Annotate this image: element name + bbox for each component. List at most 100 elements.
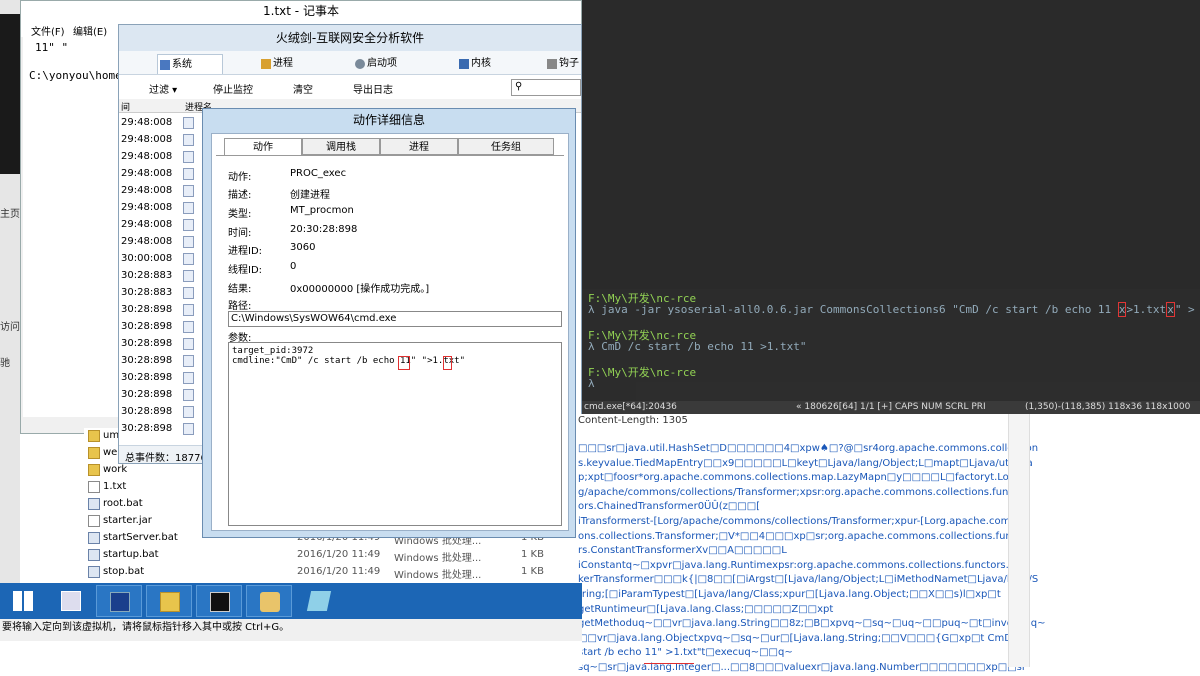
- process-file-icon: [183, 389, 194, 401]
- notepad-line-1: 11" ": [35, 41, 69, 54]
- dialog-tab-process[interactable]: 进程: [380, 138, 458, 155]
- tab-process-label: 进程: [273, 58, 293, 69]
- batch-file-icon: [88, 498, 100, 510]
- tab-hook[interactable]: 钩子: [545, 54, 581, 74]
- huorong-toolbar: 过滤 ▾ 停止监控 清空 导出日志 ⚲: [119, 75, 581, 99]
- tab-process[interactable]: 进程: [259, 54, 319, 74]
- folder-icon: [160, 592, 180, 612]
- dialog-content: 动作 调用栈 进程 任务组 动作: PROC_exec 描述: 创建进程 类型:…: [211, 133, 569, 531]
- file-name: starter.jar: [103, 515, 152, 526]
- tab-system[interactable]: 系统: [157, 54, 223, 74]
- response-line: kerTransformer□□□k{|□8□□[□iArgst□[Ljava/…: [578, 574, 1039, 586]
- content-length: Content-Length: 1305: [578, 415, 688, 426]
- process-icon: [261, 59, 271, 69]
- term-status-mid: « 180626[64] 1/1 [+] CAPS NUM SCRL PRI: [796, 402, 986, 412]
- process-file-icon: [183, 270, 194, 282]
- dialog-tab-action[interactable]: 动作: [224, 138, 302, 156]
- term-command-3: λ: [588, 377, 595, 390]
- startup-icon: [355, 59, 365, 69]
- notepad-title: 1.txt - 记事本: [21, 1, 581, 21]
- response-divider: [1008, 414, 1030, 667]
- notepad-icon: [306, 591, 332, 611]
- dialog-tab-callstack[interactable]: 调用栈: [302, 138, 380, 155]
- term-command-2: λ CmD /c start /b echo 11 >1.txt": [588, 340, 807, 353]
- process-file-icon: [183, 202, 194, 214]
- file-type: Windows 批处理...: [394, 553, 482, 564]
- search-input[interactable]: ⚲: [511, 79, 581, 96]
- args-line-1: target_pid:3972: [232, 346, 314, 356]
- tab-startup[interactable]: 启动项: [353, 54, 423, 74]
- response-line: iTransformerst-[Lorg/apache/commons/coll…: [578, 516, 1021, 527]
- menu-file[interactable]: 文件(F): [31, 23, 65, 38]
- tab-kernel[interactable]: 内核: [457, 54, 517, 74]
- process-file-icon: [183, 236, 194, 248]
- tab-startup-label: 启动项: [367, 58, 397, 69]
- process-file-icon: [183, 168, 194, 180]
- taskbar-notepad[interactable]: [296, 585, 342, 617]
- stop-monitor-button[interactable]: 停止监控: [213, 81, 253, 96]
- taskbar-cmd[interactable]: [196, 585, 242, 617]
- field-tid-key: 线程ID:: [228, 265, 263, 276]
- tab-hook-label: 钩子: [559, 58, 579, 69]
- field-desc-value: 创建进程: [290, 190, 330, 201]
- taskbar-powershell[interactable]: [96, 585, 142, 617]
- response-line: □□vr□java.lang.Objectxpvq~□sq~□ur□[Ljava…: [578, 632, 1024, 644]
- term-cmd1-x2: x: [1166, 302, 1175, 317]
- left-dark-panel: [0, 14, 20, 174]
- args-field[interactable]: target_pid:3972 cmdline:"CmD" /c start /b…: [228, 342, 562, 526]
- field-pid-value: 3060: [290, 242, 316, 253]
- taskbar: [0, 583, 582, 619]
- term-cmd1-mid: >1.txt: [1126, 303, 1167, 316]
- file-row[interactable]: startup.bat 2016/1/20 11:49 Windows 批处理...…: [84, 547, 582, 564]
- response-line: s.keyvalue.TiedMapEntry□□x9□□□□□L□keyt□L…: [578, 457, 1033, 469]
- filter-button[interactable]: 过滤 ▾: [149, 81, 177, 96]
- file-icon: [88, 481, 100, 493]
- menu-edit[interactable]: 编辑(E): [73, 23, 107, 38]
- vm-status-bar: 要将输入定向到该虚拟机，请将鼠标指针移入其中或按 Ctrl+G。: [0, 619, 582, 641]
- huorong-title: 火绒剑-互联网安全分析软件: [119, 25, 581, 51]
- term-cmd1-text: λ java -jar ysoserial-all0.0.6.jar Commo…: [588, 303, 1118, 316]
- event-time: 29:48:008: [121, 134, 173, 145]
- file-size: 1 KB: [521, 566, 544, 577]
- dialog-tab-taskgroup[interactable]: 任务组: [458, 138, 554, 155]
- file-row[interactable]: stop.bat 2016/1/20 11:49 Windows 批处理... 1 K…: [84, 564, 582, 581]
- export-log-button[interactable]: 导出日志: [353, 81, 393, 96]
- action-detail-dialog[interactable]: 动作详细信息 动作 调用栈 进程 任务组 动作: PROC_exec 描述: 创…: [202, 108, 576, 538]
- process-file-icon: [183, 406, 194, 418]
- response-line: ons.collections.Transformer;□V*□□4□□□xp□…: [578, 530, 1028, 542]
- total-events: 总事件数：18776: [125, 453, 207, 464]
- start-button[interactable]: [0, 585, 46, 617]
- file-name: 1.txt: [103, 481, 127, 492]
- taskbar-server-manager[interactable]: [48, 585, 94, 617]
- response-line: getRuntimeur□[Ljava.lang.Class;□□□□□Z□□x…: [578, 603, 834, 615]
- clear-button[interactable]: 清空: [293, 81, 313, 96]
- process-file-icon: [183, 423, 194, 435]
- left-scrap-drive: 驰: [0, 358, 10, 369]
- file-type: Windows 批处理...: [394, 570, 482, 581]
- file-name: um: [103, 430, 120, 441]
- file-name: startServer.bat: [103, 532, 178, 543]
- response-line: iConstantq~□xpvr□java.lang.Runtimexpsr:o…: [578, 559, 1031, 571]
- windows-logo-icon: [13, 591, 33, 611]
- term-cmd1-end: " > pay: [1174, 303, 1200, 316]
- field-tid-value: 0: [290, 261, 297, 272]
- notepad-line-2: C:\yonyou\home: [29, 69, 122, 82]
- field-desc-key: 描述:: [228, 190, 252, 201]
- taskbar-explorer[interactable]: [146, 585, 192, 617]
- file-name: root.bat: [103, 498, 143, 509]
- field-action-value: PROC_exec: [290, 168, 347, 179]
- col-time[interactable]: 间: [121, 100, 130, 113]
- cmder-terminal[interactable]: F:\My\开发\nc-rce λ java -jar ysoserial-al…: [582, 289, 1200, 401]
- event-time: 29:48:008: [121, 219, 173, 230]
- server-manager-icon: [61, 591, 81, 611]
- folder-icon: [88, 430, 100, 442]
- event-time: 29:48:008: [121, 202, 173, 213]
- field-type-key: 类型:: [228, 209, 252, 220]
- process-file-icon: [183, 185, 194, 197]
- response-line: start /b echo 11" >1.txt"t□execuq~□□q~: [578, 647, 793, 659]
- process-file-icon: [183, 134, 194, 146]
- path-field[interactable]: C:\Windows\SysWOW64\cmd.exe: [228, 311, 562, 327]
- event-time: 29:48:008: [121, 117, 173, 128]
- process-file-icon: [183, 117, 194, 129]
- taskbar-huorong[interactable]: [246, 585, 292, 617]
